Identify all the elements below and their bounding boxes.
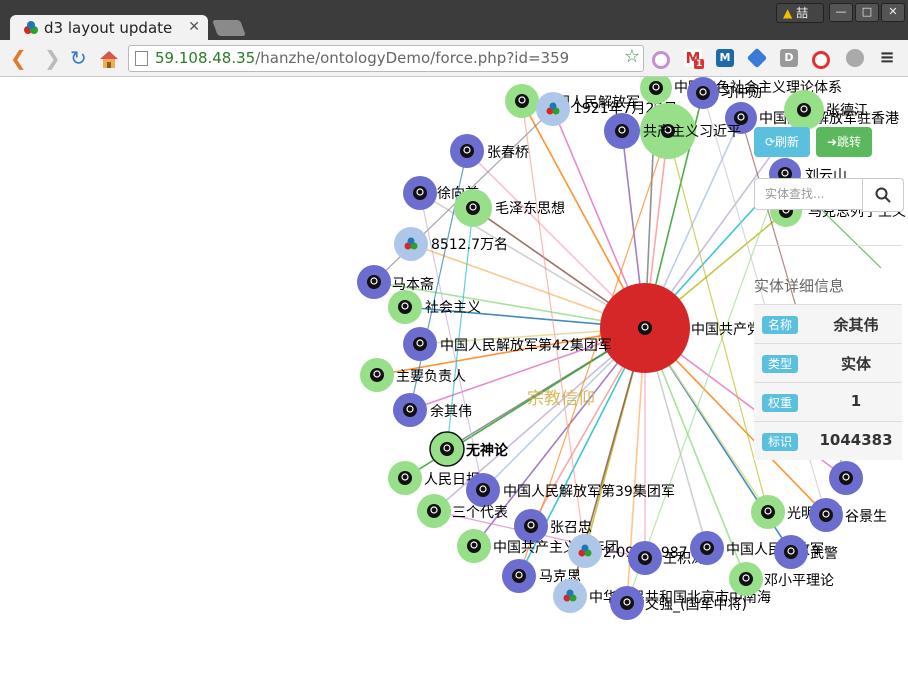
node-label: 中国共产党 — [691, 322, 761, 338]
bookmark-star-icon[interactable]: ☆ — [624, 46, 640, 67]
graph-node[interactable]: 毛泽东思想 — [454, 189, 565, 227]
page-content: 中国共产党 中国人民解放军 1921年7月23日 中国特色社会主义理论体系 习仲勋 中国人… — [0, 77, 908, 681]
node-label: 余其伟 — [430, 403, 472, 420]
detail-label: 权重 — [762, 394, 799, 412]
tab-title: d3 layout update — [44, 19, 173, 37]
detail-row-name: 名称 余其伟 — [754, 304, 902, 343]
d-extension-icon[interactable]: D — [780, 49, 798, 67]
graph-node[interactable]: 中国人民解放军第39集团军 — [466, 473, 675, 507]
adblock-icon[interactable] — [812, 51, 830, 69]
search-icon — [875, 187, 891, 203]
graph-node[interactable]: 8512.7万名 — [394, 227, 508, 261]
node-label: 8512.7万名 — [431, 237, 508, 253]
menu-icon[interactable]: ≡ — [878, 49, 896, 67]
search-button[interactable] — [862, 178, 904, 212]
graph-node[interactable]: 社会主义 — [388, 290, 481, 324]
diamond-extension-icon[interactable] — [746, 47, 768, 69]
node-label: 毛泽东思想 — [495, 201, 565, 217]
node-label: 邓小平理论 — [764, 573, 834, 589]
d3-favicon-icon — [24, 21, 38, 34]
detail-label: 名称 — [762, 316, 799, 334]
browser-tab[interactable]: d3 layout update ✕ — [10, 15, 208, 42]
divider — [754, 245, 902, 246]
node-label: 张春桥 — [487, 145, 529, 161]
detail-row-type: 类型 实体 — [754, 343, 902, 382]
refresh-button[interactable]: ⟳刷新 — [754, 127, 810, 157]
new-tab-button[interactable] — [212, 20, 246, 36]
entity-search-input[interactable]: 实体查找... — [754, 178, 864, 210]
node-label: 文强_(国军中将) — [645, 597, 747, 613]
details-title: 实体详细信息 — [754, 277, 845, 295]
detail-value: 1 — [850, 392, 862, 410]
home-icon[interactable] — [98, 49, 120, 69]
node-label: 社会主义 — [425, 300, 481, 316]
graph-node[interactable]: 武警 — [774, 535, 838, 569]
node-label: 习仲勋 — [720, 85, 762, 101]
close-tab-icon[interactable]: ✕ — [188, 19, 200, 35]
overlay-label: 宗教信仰 — [527, 389, 595, 409]
detail-row-id: 标识 1044383 — [754, 421, 902, 460]
user-badge[interactable]: ▲ 喆 — [776, 3, 824, 23]
back-icon[interactable]: ❮ — [10, 47, 27, 69]
node-label: 武警 — [810, 546, 838, 562]
detail-label: 标识 — [762, 433, 799, 451]
node-label: 中国人民解放军第39集团军 — [503, 483, 675, 500]
graph-node[interactable]: 邓小平理论 — [729, 562, 834, 596]
maximize-button[interactable]: □ — [855, 3, 879, 22]
node-label: 张召忠 — [550, 520, 592, 536]
page-icon — [135, 51, 148, 66]
gmail-icon[interactable]: M1 — [684, 49, 705, 69]
graph-node[interactable]: 张春桥 — [450, 134, 529, 168]
minimize-button[interactable]: — — [829, 3, 853, 22]
node-label: 马本斋 — [392, 276, 434, 293]
extension-circle-icon[interactable] — [652, 51, 670, 69]
node-label: 三个代表 — [452, 505, 508, 521]
address-bar[interactable]: 59.108.48.35/hanzhe/ontologyDemo/force.p… — [128, 45, 644, 72]
graph-node[interactable]: 谷景生 — [809, 498, 887, 532]
detail-value: 1044383 — [819, 431, 893, 449]
detail-value: 余其伟 — [833, 316, 879, 334]
node-label: 张德江 — [826, 103, 868, 119]
gray-extension-icon[interactable] — [846, 49, 864, 67]
m-extension-icon[interactable]: M — [716, 49, 734, 67]
node-label: 无神论 — [465, 442, 509, 459]
warning-icon: ▲ — [783, 6, 793, 20]
node-label: 共产主义习近平 — [643, 124, 741, 140]
browser-tab-bar: d3 layout update ✕ ▲ 喆 — □ ✕ — [0, 0, 908, 42]
detail-row-weight: 权重 1 — [754, 382, 902, 421]
node-label: 中国人民解放军第42集团军 — [440, 337, 612, 354]
browser-toolbar: ❮ ❯ ↻ 59.108.48.35/hanzhe/ontologyDemo/f… — [0, 40, 908, 77]
node-label: 谷景生 — [845, 509, 887, 525]
user-name: 喆 — [796, 6, 809, 20]
url-text: 59.108.48.35/hanzhe/ontologyDemo/force.p… — [155, 49, 570, 67]
detail-value: 实体 — [840, 355, 871, 373]
reload-icon[interactable]: ↻ — [70, 47, 87, 69]
graph-node[interactable] — [829, 461, 863, 495]
graph-node[interactable] — [604, 113, 640, 149]
detail-label: 类型 — [762, 355, 799, 373]
graph-node[interactable]: 主要负责人 — [360, 358, 466, 392]
node-label: 主要负责人 — [396, 369, 466, 385]
graph-node[interactable]: 余其伟 — [393, 393, 472, 427]
forward-icon[interactable]: ❯ — [44, 47, 61, 69]
close-window-button[interactable]: ✕ — [881, 3, 905, 22]
jump-button[interactable]: ➜跳转 — [816, 127, 872, 157]
